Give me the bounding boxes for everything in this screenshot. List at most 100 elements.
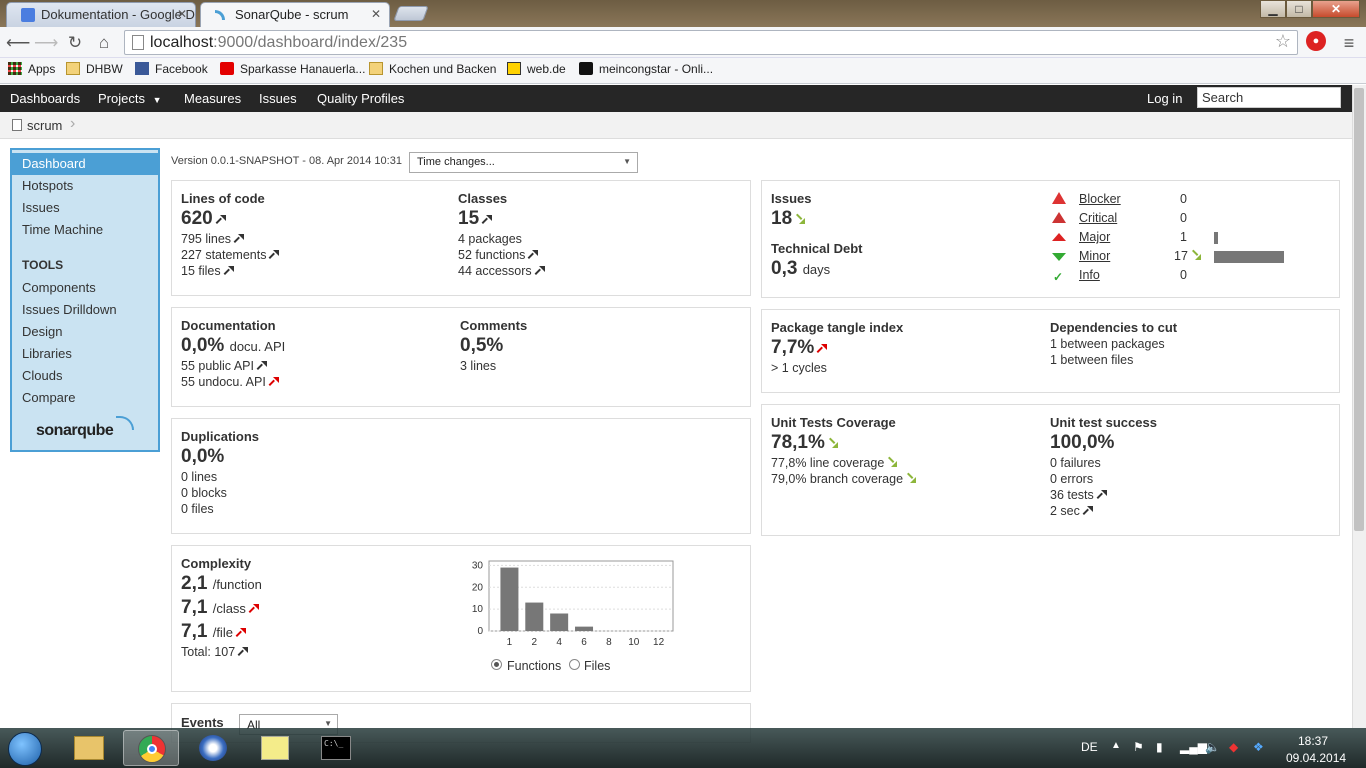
complexity-function[interactable]: 2,1 /function (181, 573, 262, 595)
statements-count[interactable]: 227 statements (181, 248, 280, 262)
nav-measures[interactable]: Measures (184, 91, 241, 106)
documentation-value[interactable]: 0,0% docu. API (181, 335, 285, 357)
home-icon[interactable]: ⌂ (93, 32, 115, 54)
test-failures[interactable]: 0 failures (1050, 456, 1101, 470)
duplications-value[interactable]: 0,0% (181, 446, 224, 468)
test-success-value[interactable]: 100,0% (1050, 432, 1114, 454)
undoc-api-count[interactable]: 55 undocu. API (181, 375, 279, 389)
maximize-button[interactable]: □ (1286, 0, 1312, 18)
sidebar-item-issues-drilldown[interactable]: Issues Drilldown (22, 302, 117, 317)
comment-lines[interactable]: 3 lines (460, 359, 496, 373)
sidebar-item-libraries[interactable]: Libraries (22, 346, 72, 361)
severity-blocker[interactable]: Blocker (1079, 192, 1121, 206)
tray-expand-icon[interactable]: ▲ (1111, 740, 1121, 751)
adblock-icon[interactable]: ● (1306, 31, 1326, 51)
taskbar-explorer[interactable] (62, 730, 118, 766)
public-api-count[interactable]: 55 public API (181, 359, 267, 373)
tab-dokumentation[interactable]: Dokumentation - Google D ✕ (6, 2, 196, 27)
lines-count[interactable]: 795 lines (181, 232, 245, 246)
severity-info[interactable]: Info (1079, 268, 1100, 282)
test-count[interactable]: 36 tests (1050, 488, 1107, 502)
bookmark-webde[interactable]: web.de (507, 62, 566, 76)
dup-files[interactable]: 0 files (181, 502, 214, 516)
sidebar-item-design[interactable]: Design (22, 324, 62, 339)
login-link[interactable]: Log in (1147, 91, 1182, 106)
breadcrumb-project[interactable]: scrum (27, 118, 62, 133)
taskbar-sticky-notes[interactable] (247, 730, 303, 766)
nav-dashboards[interactable]: Dashboards (10, 91, 80, 106)
volume-icon[interactable]: 🔈 (1205, 740, 1220, 754)
classes-value[interactable]: 15 (458, 208, 493, 230)
complexity-class[interactable]: 7,1 /class (181, 597, 259, 619)
accessors-count[interactable]: 44 accessors (458, 264, 545, 278)
bookmark-congstar[interactable]: meincongstar - Onli... (579, 62, 713, 76)
start-button[interactable] (8, 732, 42, 766)
bookmark-apps[interactable]: Apps (8, 62, 55, 76)
test-duration[interactable]: 2 sec (1050, 504, 1093, 518)
severity-critical[interactable]: Critical (1079, 211, 1117, 225)
bookmark-kochen[interactable]: Kochen und Backen (369, 62, 496, 76)
scrollbar-thumb[interactable] (1354, 88, 1364, 531)
sidebar-item-clouds[interactable]: Clouds (22, 368, 62, 383)
minimize-button[interactable]: ▁ (1260, 0, 1286, 18)
radio-files[interactable] (569, 659, 580, 670)
nav-quality-profiles[interactable]: Quality Profiles (317, 91, 404, 106)
between-files[interactable]: 1 between files (1050, 353, 1133, 367)
between-packages[interactable]: 1 between packages (1050, 337, 1165, 351)
comments-value[interactable]: 0,5% (460, 335, 503, 357)
antivirus-icon[interactable]: ◆ (1229, 740, 1238, 754)
bookmark-facebook[interactable]: Facebook (135, 62, 208, 76)
loc-value[interactable]: 620 (181, 208, 226, 230)
line-coverage[interactable]: 77,8% line coverage (771, 456, 897, 470)
files-count[interactable]: 15 files (181, 264, 234, 278)
bookmark-star-icon[interactable]: ☆ (1275, 31, 1291, 52)
time-changes-select[interactable]: Time changes... ▼ (409, 152, 638, 173)
radio-functions[interactable] (491, 659, 502, 670)
bookmark-sparkasse[interactable]: Sparkasse Hanauerla... (220, 62, 365, 76)
tangle-value[interactable]: 7,7% (771, 337, 828, 359)
dropbox-icon[interactable]: ❖ (1253, 740, 1264, 754)
tangle-cycles[interactable]: > 1 cycles (771, 361, 827, 375)
nav-projects[interactable]: Projects ▼ (98, 91, 162, 106)
complexity-total[interactable]: Total: 107 (181, 645, 249, 659)
forward-arrow-icon[interactable]: ⟶ (34, 32, 58, 54)
back-arrow-icon[interactable]: ⟵ (6, 32, 30, 54)
close-tab-icon[interactable]: ✕ (371, 3, 381, 26)
complexity-file[interactable]: 7,1 /file (181, 621, 246, 643)
close-window-button[interactable]: ✕ (1312, 0, 1360, 18)
sidebar-item-dashboard[interactable]: Dashboard (12, 153, 158, 175)
functions-count[interactable]: 52 functions (458, 248, 539, 262)
clock-time[interactable]: 18:37 (1298, 734, 1328, 748)
sidebar-item-time-machine[interactable]: Time Machine (22, 222, 103, 237)
packages-count[interactable]: 4 packages (458, 232, 522, 246)
taskbar-thunderbird[interactable] (185, 730, 241, 766)
dup-blocks[interactable]: 0 blocks (181, 486, 227, 500)
branch-coverage[interactable]: 79,0% branch coverage (771, 472, 916, 486)
test-errors[interactable]: 0 errors (1050, 472, 1093, 486)
taskbar-cmd[interactable]: C:\_ (309, 730, 365, 766)
tab-sonarqube[interactable]: SonarQube - scrum ✕ (200, 2, 390, 27)
taskbar-chrome[interactable] (123, 730, 179, 766)
search-input[interactable]: Search (1197, 87, 1341, 108)
debt-value[interactable]: 0,3 days (771, 258, 830, 280)
signal-icon[interactable]: ▂▄▆ (1180, 740, 1207, 754)
language-indicator[interactable]: DE (1081, 740, 1098, 754)
severity-major[interactable]: Major (1079, 230, 1110, 244)
sidebar-item-issues[interactable]: Issues (22, 200, 60, 215)
sidebar-item-compare[interactable]: Compare (22, 390, 75, 405)
nav-issues[interactable]: Issues (259, 91, 297, 106)
sidebar-item-components[interactable]: Components (22, 280, 96, 295)
new-tab-button[interactable] (393, 6, 429, 21)
bookmark-dhbw[interactable]: DHBW (66, 62, 123, 76)
severity-minor[interactable]: Minor (1079, 249, 1110, 263)
flag-icon[interactable]: ⚑ (1133, 740, 1144, 754)
issues-value[interactable]: 18 (771, 208, 805, 230)
reload-icon[interactable]: ↻ (64, 32, 86, 54)
clock-date[interactable]: 09.04.2014 (1286, 751, 1346, 765)
menu-icon[interactable]: ≡ (1338, 32, 1360, 54)
address-bar[interactable]: localhost:9000/dashboard/index/235 ☆ (124, 30, 1298, 55)
dup-lines[interactable]: 0 lines (181, 470, 217, 484)
close-tab-icon[interactable]: ✕ (177, 3, 187, 26)
battery-icon[interactable]: ▮ (1156, 740, 1163, 754)
coverage-value[interactable]: 78,1% (771, 432, 838, 454)
